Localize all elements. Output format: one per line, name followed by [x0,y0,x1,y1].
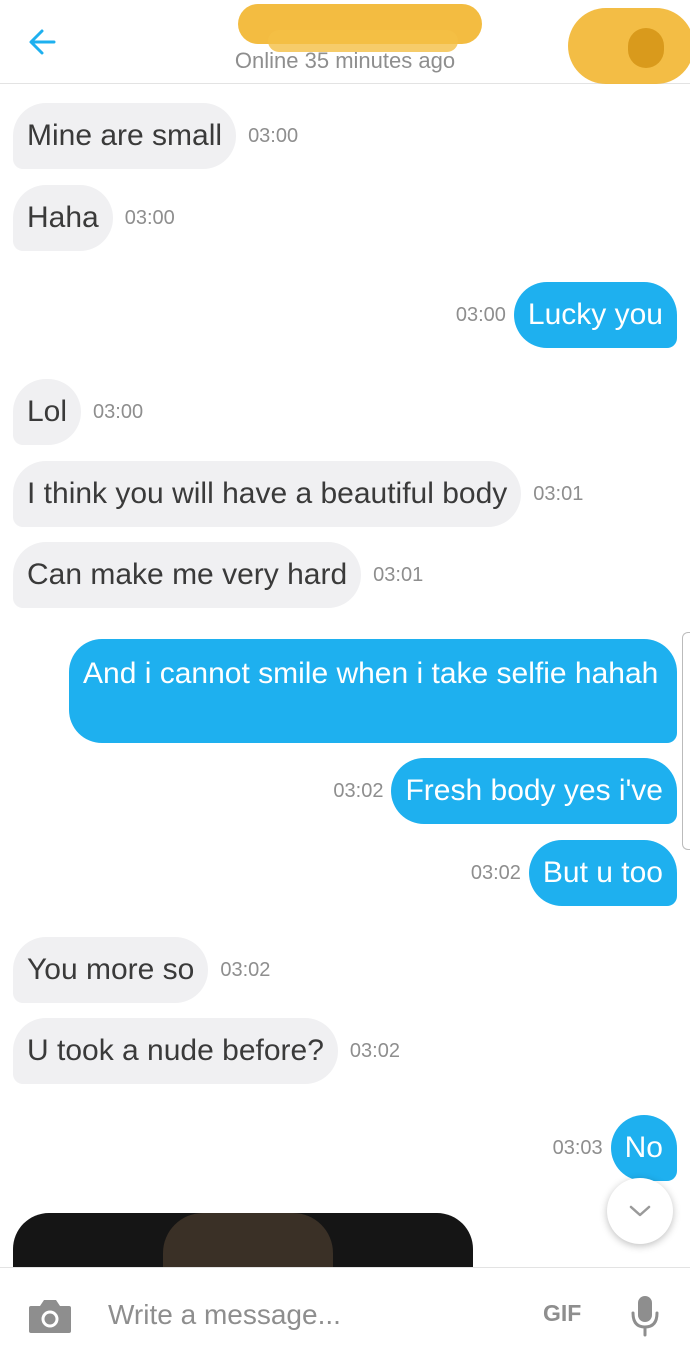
message-time: 03:02 [220,958,271,981]
message-time: 03:01 [533,482,584,505]
message-outgoing: 03:03 No [553,1115,677,1181]
message-incoming: I think you will have a beautiful body 0… [13,461,583,527]
message-time: 03:01 [373,563,424,586]
message-incoming: U took a nude before? 03:02 [13,1018,400,1084]
message-time: 03:00 [455,303,506,326]
message-bubble[interactable]: Can make me very hard [13,542,362,608]
message-bubble[interactable]: Haha [13,185,113,251]
message-outgoing: 03:00 Lucky you [456,282,677,348]
camera-icon [29,1300,71,1333]
microphone-icon [631,1296,659,1337]
message-incoming: Lol 03:00 [13,379,143,445]
message-bubble[interactable]: U took a nude before? [13,1018,338,1084]
message-bubble[interactable]: You more so [13,937,209,1003]
chevron-down-icon [629,1205,651,1217]
message-time: 03:02 [349,1039,400,1062]
message-incoming: Can make me very hard 03:01 [13,542,423,608]
image-content [163,1213,333,1273]
message-incoming: Mine are small 03:00 [13,103,298,169]
message-time: 03:00 [248,124,299,147]
scrollbar-thumb[interactable] [682,632,690,850]
message-bubble[interactable]: But u too [528,840,677,906]
message-time: 03:03 [552,1136,603,1159]
message-outgoing: 03:02 But u too [471,840,677,906]
message-time: 03:02 [333,779,384,802]
message-incoming: Haha 03:00 [13,185,175,251]
message-bubble[interactable]: No [610,1115,677,1181]
message-time: 03:00 [93,400,144,423]
message-bubble[interactable]: I think you will have a beautiful body [13,461,522,527]
image-message[interactable] [13,1213,473,1273]
message-bubble[interactable]: Mine are small [13,103,237,169]
message-outgoing: 03:02 Fresh body yes i've [333,758,677,824]
scroll-to-bottom-button[interactable] [607,1178,673,1244]
message-incoming: You more so 03:02 [13,937,270,1003]
chat-header: Online 35 minutes ago [0,0,690,84]
message-input[interactable] [108,1290,508,1340]
message-bubble-outgoing-multiline[interactable]: And i cannot smile when i take selfie ha… [69,639,677,743]
microphone-button[interactable] [628,1292,662,1340]
redacted-contact-name-overlay [268,30,458,52]
message-bubble[interactable]: Lucky you [513,282,677,348]
message-bubble[interactable]: Fresh body yes i've [391,758,677,824]
message-time: 03:00 [124,206,175,229]
gif-button[interactable]: GIF [543,1300,581,1327]
camera-button[interactable] [27,1297,73,1335]
message-composer: GIF [0,1267,690,1361]
message-bubble[interactable]: Lol [13,379,82,445]
message-time: 03:02 [470,861,521,884]
redacted-avatar-mark [628,28,664,68]
